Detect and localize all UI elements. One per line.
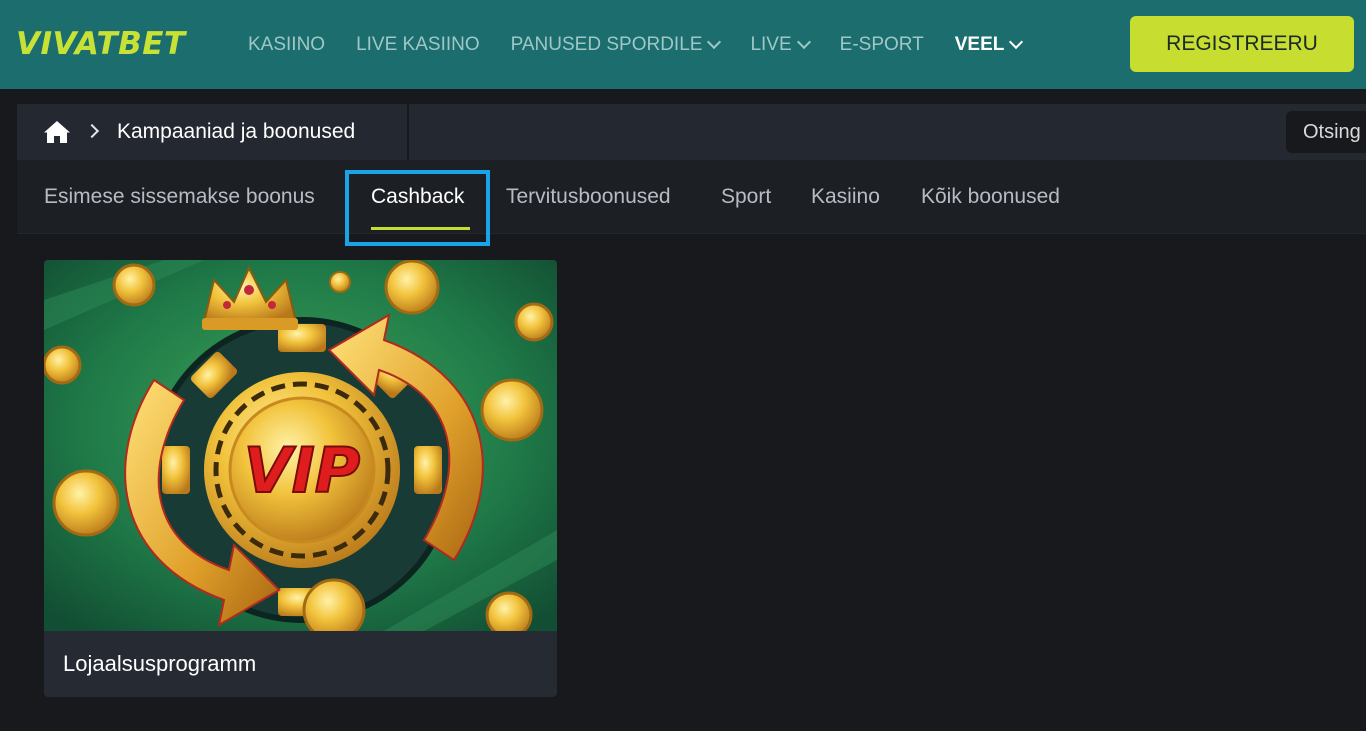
tab-tervitusboonused[interactable]: Tervitusboonused <box>506 184 671 210</box>
nav-e-sport-label: E-SPORT <box>839 34 924 55</box>
vivatbet-logo[interactable]: VIVATBET <box>16 24 186 64</box>
chevron-down-icon <box>707 34 722 50</box>
chevron-down-icon <box>1009 34 1024 50</box>
breadcrumb: Kampaaniad ja boonused <box>17 104 409 160</box>
tab-cashback[interactable]: Cashback <box>371 184 464 210</box>
tab-kasiino[interactable]: Kasiino <box>811 184 880 210</box>
active-tab-underline <box>371 227 470 230</box>
promo-card[interactable]: VIP Lojaalsusprogramm <box>44 260 557 697</box>
register-button[interactable]: REGISTREERU <box>1130 16 1354 72</box>
nav-kasiino-label: KASIINO <box>248 34 326 55</box>
nav-veel[interactable]: VEEL <box>954 34 1024 56</box>
tab-esimese-sissemakse-boonus[interactable]: Esimese sissemakse boonus <box>44 184 315 210</box>
top-header: VIVATBET KASIINO LIVE KASIINO PANUSED SP… <box>0 0 1366 89</box>
bonus-tabs: Esimese sissemakse boonus Cashback Tervi… <box>17 160 1366 246</box>
vip-image-text: VIP <box>244 434 361 507</box>
nav-veel-label: VEEL <box>954 34 1005 55</box>
nav-live[interactable]: LIVE <box>750 34 811 56</box>
vip-promo-image: VIP <box>44 260 557 631</box>
chevron-right-icon <box>84 123 100 139</box>
tab-sport[interactable]: Sport <box>721 184 771 210</box>
breadcrumb-current: Kampaaniad ja boonused <box>117 120 356 143</box>
search-input[interactable]: Otsing <box>1286 111 1366 153</box>
nav-live-kasiino-label: LIVE KASIINO <box>356 34 480 55</box>
nav-panused-spordile[interactable]: PANUSED SPORDILE <box>510 34 722 56</box>
nav-kasiino[interactable]: KASIINO <box>248 34 325 56</box>
tab-koik-boonused[interactable]: Kõik boonused <box>921 184 1060 210</box>
nav-e-sport[interactable]: E-SPORT <box>840 34 924 56</box>
nav-live-kasiino[interactable]: LIVE KASIINO <box>356 34 480 56</box>
main-nav: KASIINO LIVE KASIINO PANUSED SPORDILE LI… <box>248 30 1052 60</box>
nav-live-label: LIVE <box>750 34 792 55</box>
nav-panused-spordile-label: PANUSED SPORDILE <box>510 34 703 55</box>
home-icon[interactable] <box>43 119 71 145</box>
promo-card-title: Lojaalsusprogramm <box>63 651 257 676</box>
breadcrumb-bar: Kampaaniad ja boonused Otsing <box>17 104 1366 160</box>
chevron-down-icon <box>796 34 811 50</box>
